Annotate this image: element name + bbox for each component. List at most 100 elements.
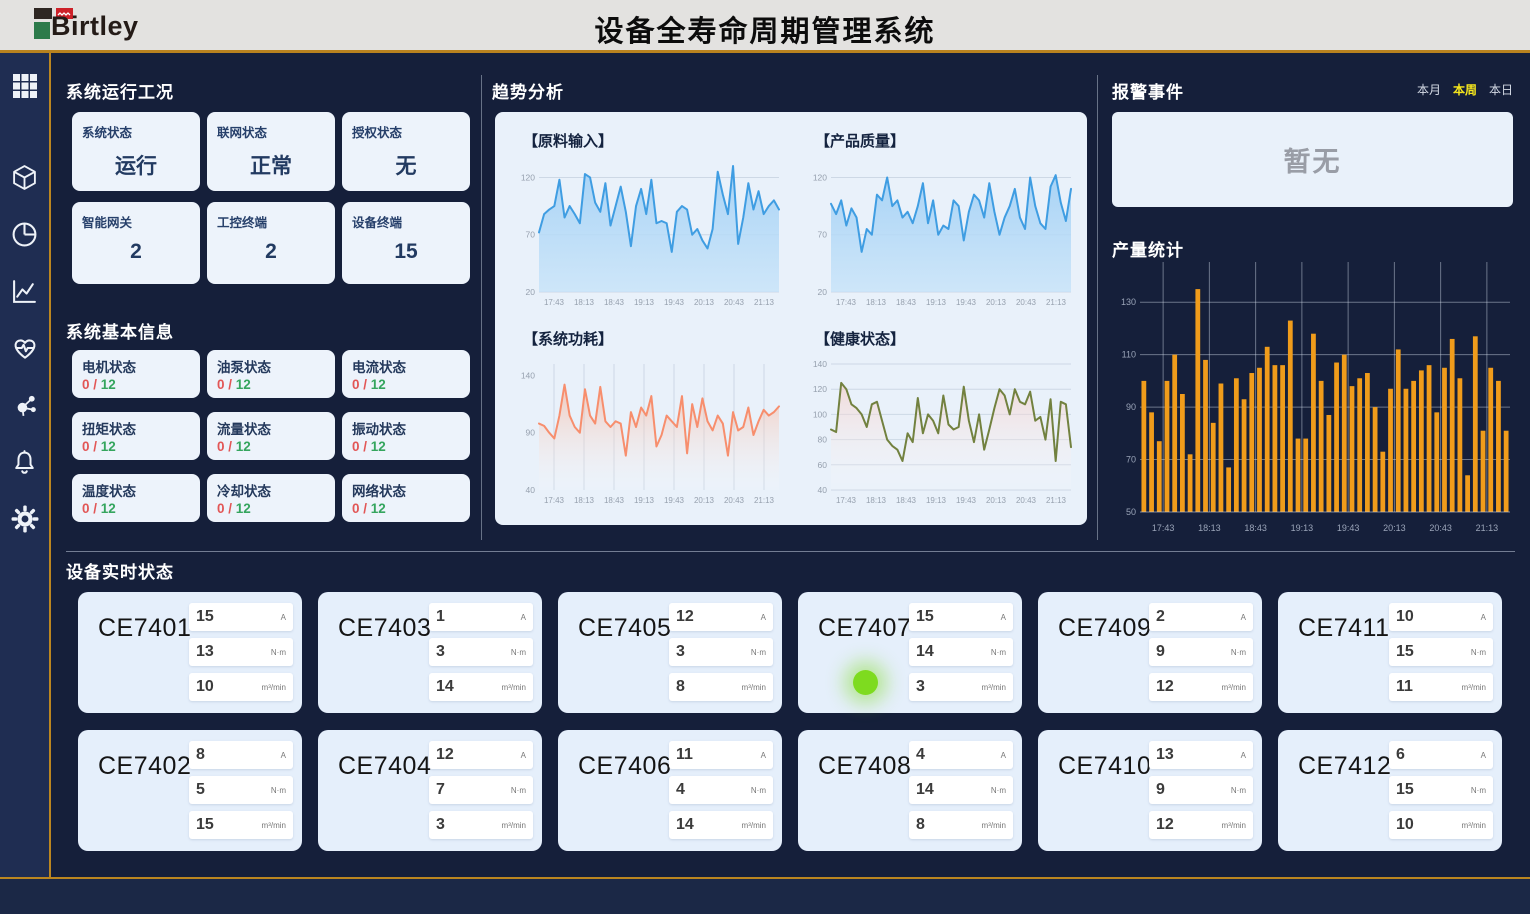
device-card[interactable]: CE7411 10 A 15 N·m 11 m³/min [1278,592,1502,713]
torque-stat: 3 N·m [669,638,773,666]
svg-text:19:43: 19:43 [664,298,685,307]
device-card[interactable]: CE7410 13 A 9 N·m 12 m³/min [1038,730,1262,851]
status-card: 授权状态 无 [342,112,470,191]
svg-text:20:13: 20:13 [986,496,1007,505]
device-stats: 4 A 14 N·m 8 m³/min [909,741,1013,839]
svg-text:60: 60 [818,460,828,470]
status-card-value: 运行 [82,150,190,180]
tab-this-week[interactable]: 本周 [1453,81,1477,98]
trend-chart-power: 【系统功耗】 140904017:4318:1318:4319:1319:432… [507,318,789,514]
svg-text:18:13: 18:13 [574,496,595,505]
torque-value: 15 [1396,781,1414,799]
tab-this-month[interactable]: 本月 [1417,81,1441,98]
status-card: 设备终端 15 [342,202,470,284]
section-title-production: 产量统计 [1112,236,1184,261]
device-stats: 11 A 4 N·m 14 m³/min [669,741,773,839]
trend-chart-health: 【健康状态】 14012010080604017:4318:1318:4319:… [799,318,1081,514]
info-card: 扭矩状态 0 / 12 [72,412,200,460]
torque-stat: 15 N·m [1389,776,1493,804]
current-unit: A [761,751,766,760]
bell-icon[interactable] [10,447,40,477]
current-value: 12 [436,746,454,764]
device-name: CE7407 [818,614,911,643]
cube-3d-icon[interactable] [10,162,40,192]
svg-text:120: 120 [521,172,535,182]
molecule-icon[interactable] [10,390,40,420]
info-card-label: 电流状态 [352,356,460,376]
device-name: CE7405 [578,614,671,643]
flow-stat: 15 m³/min [189,811,293,839]
device-name: CE7406 [578,752,671,781]
info-card: 流量状态 0 / 12 [207,412,335,460]
info-card-count: 0 / 12 [352,439,460,454]
svg-text:18:43: 18:43 [896,496,917,505]
page-title: 设备全寿命周期管理系统 [0,8,1530,50]
line-chart-icon[interactable] [10,276,40,306]
gear-icon[interactable] [10,504,40,534]
status-card-value: 15 [352,240,460,264]
svg-text:70: 70 [526,230,536,240]
svg-text:19:13: 19:13 [926,496,947,505]
flow-stat: 3 m³/min [909,673,1013,701]
pie-chart-icon[interactable] [10,219,40,249]
status-card: 系统状态 运行 [72,112,200,191]
health-heart-icon[interactable] [10,333,40,363]
torque-value: 3 [436,643,445,661]
info-card-count: 0 / 12 [217,377,325,392]
torque-unit: N·m [991,786,1006,795]
section-title-basic-info: 系统基本信息 [66,318,174,343]
device-card[interactable]: CE7406 11 A 4 N·m 14 m³/min [558,730,782,851]
device-card[interactable]: CE7412 6 A 15 N·m 10 m³/min [1278,730,1502,851]
total-count: 12 [371,377,386,392]
current-stat: 13 A [1149,741,1253,769]
flow-value: 8 [676,678,685,696]
svg-text:19:13: 19:13 [1291,523,1314,533]
device-card[interactable]: CE7405 12 A 3 N·m 8 m³/min [558,592,782,713]
device-card[interactable]: CE7409 2 A 9 N·m 12 m³/min [1038,592,1262,713]
device-card[interactable]: CE7408 4 A 14 N·m 8 m³/min [798,730,1022,851]
device-stats: 8 A 5 N·m 15 m³/min [189,741,293,839]
flow-value: 3 [436,816,445,834]
current-value: 6 [1396,746,1405,764]
torque-stat: 3 N·m [429,638,533,666]
status-indicator-dot [853,670,878,695]
device-card[interactable]: CE7404 12 A 7 N·m 3 m³/min [318,730,542,851]
status-card-label: 系统状态 [82,122,190,141]
section-title-devices: 设备实时状态 [66,558,174,583]
svg-text:20:43: 20:43 [724,298,745,307]
tab-today[interactable]: 本日 [1489,81,1513,98]
alarm-count: 0 / [217,439,232,454]
alarm-count: 0 / [352,377,367,392]
system-power-line-chart: 140904017:4318:1318:4319:1319:4320:1320:… [509,358,787,508]
sidebar-nav [0,53,51,877]
svg-text:40: 40 [818,485,828,495]
torque-unit: N·m [271,786,286,795]
svg-text:19:13: 19:13 [926,298,947,307]
torque-value: 5 [196,781,205,799]
svg-text:18:13: 18:13 [866,298,887,307]
torque-stat: 14 N·m [909,776,1013,804]
current-value: 1 [436,608,445,626]
info-card-label: 振动状态 [352,418,460,438]
svg-text:20:13: 20:13 [694,496,715,505]
info-card-label: 流量状态 [217,418,325,438]
svg-text:20:43: 20:43 [1016,496,1037,505]
device-card[interactable]: CE7403 1 A 3 N·m 14 m³/min [318,592,542,713]
device-card[interactable]: CE7402 8 A 5 N·m 15 m³/min [78,730,302,851]
flow-stat: 8 m³/min [909,811,1013,839]
info-card: 振动状态 0 / 12 [342,412,470,460]
info-card-label: 油泵状态 [217,356,325,376]
current-value: 8 [196,746,205,764]
apps-grid-icon[interactable] [10,71,40,101]
info-card: 电机状态 0 / 12 [72,350,200,398]
device-card[interactable]: CE7401 15 A 13 N·m 10 m³/min [78,592,302,713]
status-card-value: 无 [352,150,460,180]
svg-text:40: 40 [526,485,536,495]
device-card[interactable]: CE7407 15 A 14 N·m 3 m³/min [798,592,1022,713]
alarm-count: 0 / [352,501,367,516]
current-unit: A [1241,751,1246,760]
status-card-value: 2 [82,240,190,264]
device-stats: 12 A 3 N·m 8 m³/min [669,603,773,701]
info-card-label: 冷却状态 [217,480,325,500]
torque-value: 9 [1156,781,1165,799]
